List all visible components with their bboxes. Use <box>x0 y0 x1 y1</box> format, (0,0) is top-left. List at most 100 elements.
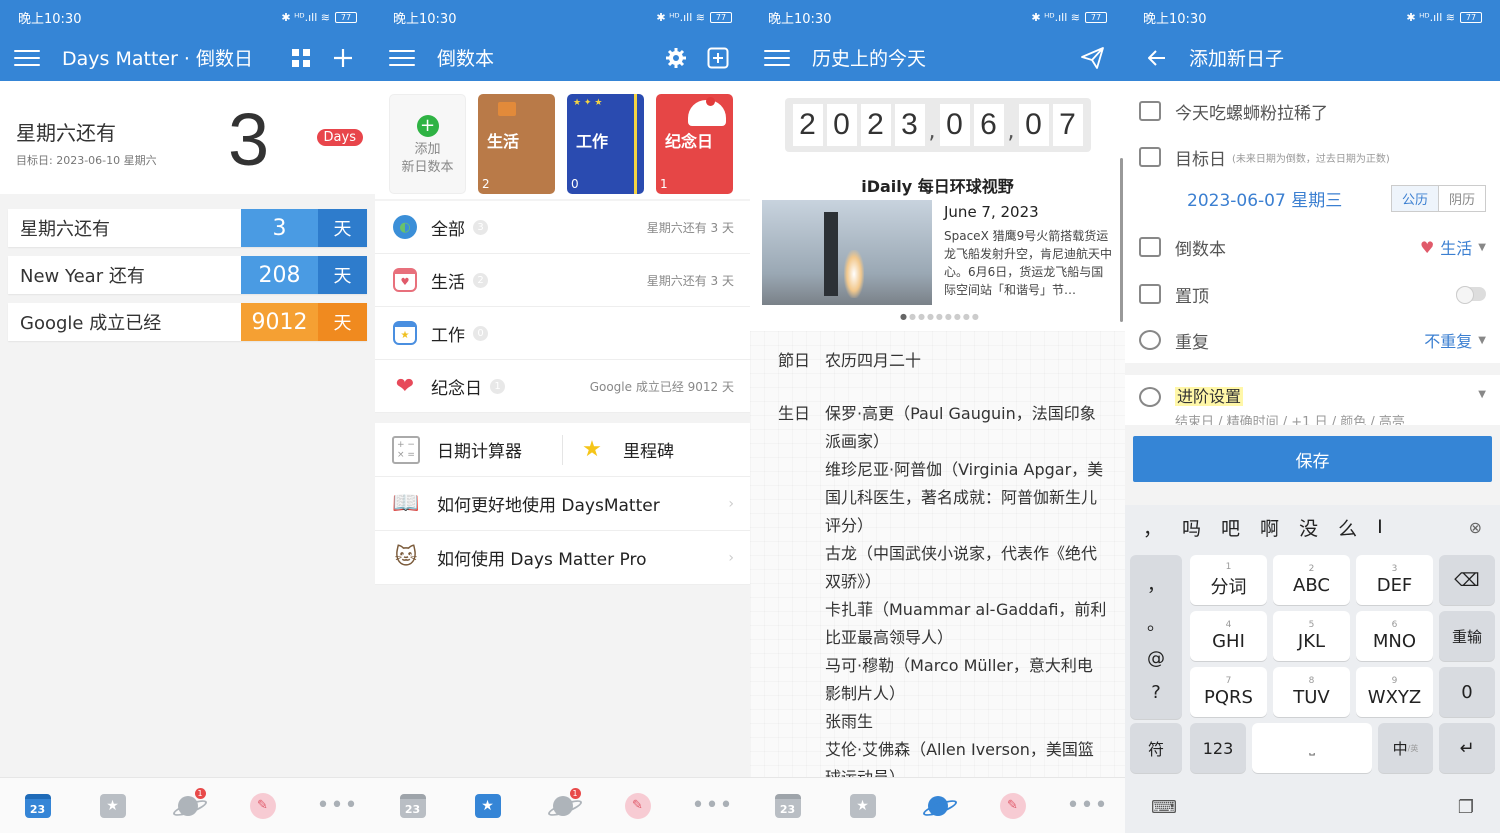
book-anniversary[interactable]: 纪念日 1 <box>656 94 733 194</box>
book-select[interactable]: ♥ 生活 ▼ <box>1420 235 1486 259</box>
nav-more-icon[interactable]: ••• <box>692 792 733 820</box>
menu-icon[interactable] <box>764 48 790 68</box>
nav-theme-icon[interactable]: ✎ <box>999 792 1027 820</box>
add-book-icon[interactable] <box>700 40 736 76</box>
symbol-key[interactable]: 符 <box>1130 723 1182 773</box>
date-calculator-button[interactable]: + − × = 日期计算器 <box>391 435 548 465</box>
enter-key[interactable]: ↵ <box>1439 723 1495 773</box>
punct-at[interactable]: @ <box>1147 648 1165 669</box>
retype-key[interactable]: 重输 <box>1439 611 1495 661</box>
nav-theme-icon[interactable]: ✎ <box>249 792 277 820</box>
keyboard: ， 吗 吧 啊 没 么 I ⊗ ， 。 @ ? 1 分词 2 ABC 3 DEF ⌫ <box>1125 505 1500 833</box>
nav-more-icon[interactable]: ••• <box>1067 792 1108 820</box>
category-count: 3 <box>473 219 488 235</box>
book-life[interactable]: 生活 2 <box>478 94 555 194</box>
punctuation-column[interactable]: ， 。 @ ? <box>1130 555 1182 719</box>
category-work[interactable]: ★ 工作 0 <box>375 307 750 360</box>
event-row[interactable]: Google 成立已经 9012 天 <box>8 303 367 341</box>
add-book-button[interactable]: + 添加 新日数本 <box>389 94 466 194</box>
keyboard-switch-icon[interactable]: ⌨ <box>1151 797 1177 818</box>
nav-theme-icon[interactable]: ✎ <box>624 792 652 820</box>
key-6[interactable]: 6 MNO <box>1356 611 1433 661</box>
key-8[interactable]: 8 TUV <box>1273 667 1350 717</box>
key-2[interactable]: 2 ABC <box>1273 555 1350 605</box>
repeat-row[interactable]: 重复 不重复 ▼ <box>1125 317 1500 363</box>
category-summary: Google 成立已经 9012 天 <box>589 379 734 394</box>
event-count: 9012 <box>241 303 318 341</box>
number-key[interactable]: 123 <box>1190 723 1246 773</box>
book-title: 工作 <box>576 132 609 151</box>
advanced-settings-title: 进阶设置 <box>1175 387 1244 406</box>
candidate[interactable]: 么 <box>1338 514 1357 541</box>
book-work[interactable]: 工作 0 <box>567 94 644 194</box>
scrollbar[interactable] <box>1120 158 1123 322</box>
repeat-select[interactable]: 不重复 ▼ <box>1424 328 1486 352</box>
key-7[interactable]: 7 PQRS <box>1190 667 1267 717</box>
key-0[interactable]: 0 <box>1439 667 1495 717</box>
days-badge: Days <box>316 129 363 146</box>
category-life[interactable]: ♥ 生活 2 星期六还有 3 天 <box>375 254 750 307</box>
nav-days-icon[interactable]: 23 <box>774 792 802 820</box>
advanced-settings-row[interactable]: 进阶设置 结束日 / 精确时间 / +1 日 / 颜色 / 高亮 ▼ <box>1125 375 1500 431</box>
clipboard-icon[interactable]: ❐ <box>1458 797 1474 818</box>
language-key[interactable]: 中/英 <box>1378 723 1433 773</box>
key-9[interactable]: 9 WXYZ <box>1356 667 1433 717</box>
candidate[interactable]: 吧 <box>1221 514 1240 541</box>
keyboard-footer: ⌨ ❐ <box>1125 781 1500 833</box>
nav-books-icon[interactable]: ★ <box>99 792 127 820</box>
pin-toggle[interactable] <box>1456 286 1486 304</box>
birthday-item: 维珍尼亚·阿普伽（Virginia Apgar，美国儿科医生，著名成就：阿普伽新… <box>825 460 1104 535</box>
festival-row: 節日 农历四月二十 <box>750 347 1125 375</box>
key-3[interactable]: 3 DEF <box>1356 555 1433 605</box>
punct-comma[interactable]: ， <box>1147 571 1165 597</box>
notification-badge: 1 <box>569 787 581 799</box>
hearts-icon: ❤ <box>395 373 415 399</box>
carousel-dots: ●●●●●●●●● <box>900 312 981 321</box>
key-4[interactable]: 4 GHI <box>1190 611 1267 661</box>
nav-discover-icon[interactable]: 1 <box>549 787 581 820</box>
gear-icon[interactable] <box>658 40 694 76</box>
add-icon[interactable] <box>325 40 361 76</box>
category-all[interactable]: ◐ 全部 3 星期六还有 3 天 <box>375 201 750 254</box>
lunar-option[interactable]: 阴历 <box>1437 185 1485 211</box>
event-name-field[interactable]: 今天吃螺蛳粉拉稀了 <box>1125 81 1500 141</box>
date-value[interactable]: 2023-06-07 星期三 <box>1139 186 1342 211</box>
pro-link[interactable]: 🐱 如何使用 Days Matter Pro › <box>375 531 750 585</box>
chevron-right-icon: › <box>728 549 734 566</box>
featured-event-card[interactable]: 星期六还有 目标日: 2023-06-10 星期六 3 Days <box>0 81 375 194</box>
nav-more-icon[interactable]: ••• <box>317 792 358 820</box>
close-candidates-icon[interactable]: ⊗ <box>1469 518 1482 537</box>
grid-view-icon[interactable] <box>283 40 319 76</box>
nav-discover-icon[interactable] <box>924 792 952 820</box>
howto-link[interactable]: 📖 如何更好地使用 DaysMatter › <box>375 477 750 531</box>
event-row[interactable]: New Year 还有 208 天 <box>8 256 367 294</box>
send-icon[interactable] <box>1075 40 1111 76</box>
punct-question[interactable]: ? <box>1151 682 1161 703</box>
key-1[interactable]: 1 分词 <box>1190 555 1267 605</box>
nav-books-icon[interactable]: ★ <box>474 792 502 820</box>
book-select-row[interactable]: 倒数本 ♥ 生活 ▼ <box>1125 223 1500 271</box>
nav-days-icon[interactable]: 23 <box>24 792 52 820</box>
menu-icon[interactable] <box>14 48 40 68</box>
idaily-card[interactable]: iDaily 每日环球视野 June 7, 2023 SpaceX 猎鹰9号火箭… <box>750 169 1125 331</box>
candidate[interactable]: I <box>1377 516 1383 538</box>
backspace-key[interactable]: ⌫ <box>1439 555 1495 605</box>
save-button[interactable]: 保存 <box>1133 436 1492 482</box>
nav-days-icon[interactable]: 23 <box>399 792 427 820</box>
menu-icon[interactable] <box>389 48 415 68</box>
candidate[interactable]: 吗 <box>1182 514 1201 541</box>
back-arrow-icon[interactable] <box>1139 40 1175 76</box>
date-picker-row: 2023-06-07 星期三 公历 阴历 <box>1125 173 1500 223</box>
punct-period[interactable]: 。 <box>1147 610 1165 636</box>
candidate[interactable]: ， <box>1143 514 1162 541</box>
candidate[interactable]: 没 <box>1299 514 1318 541</box>
key-5[interactable]: 5 JKL <box>1273 611 1350 661</box>
milestone-button[interactable]: ★ 里程碑 <box>577 435 734 465</box>
solar-option[interactable]: 公历 <box>1391 185 1438 211</box>
event-row[interactable]: 星期六还有 3 天 <box>8 209 367 247</box>
candidate[interactable]: 啊 <box>1260 514 1279 541</box>
category-anniversary[interactable]: ❤ 纪念日 1 Google 成立已经 9012 天 <box>375 360 750 413</box>
nav-books-icon[interactable]: ★ <box>849 792 877 820</box>
nav-discover-icon[interactable]: 1 <box>174 787 206 820</box>
space-key[interactable]: ⎵ <box>1252 723 1372 773</box>
